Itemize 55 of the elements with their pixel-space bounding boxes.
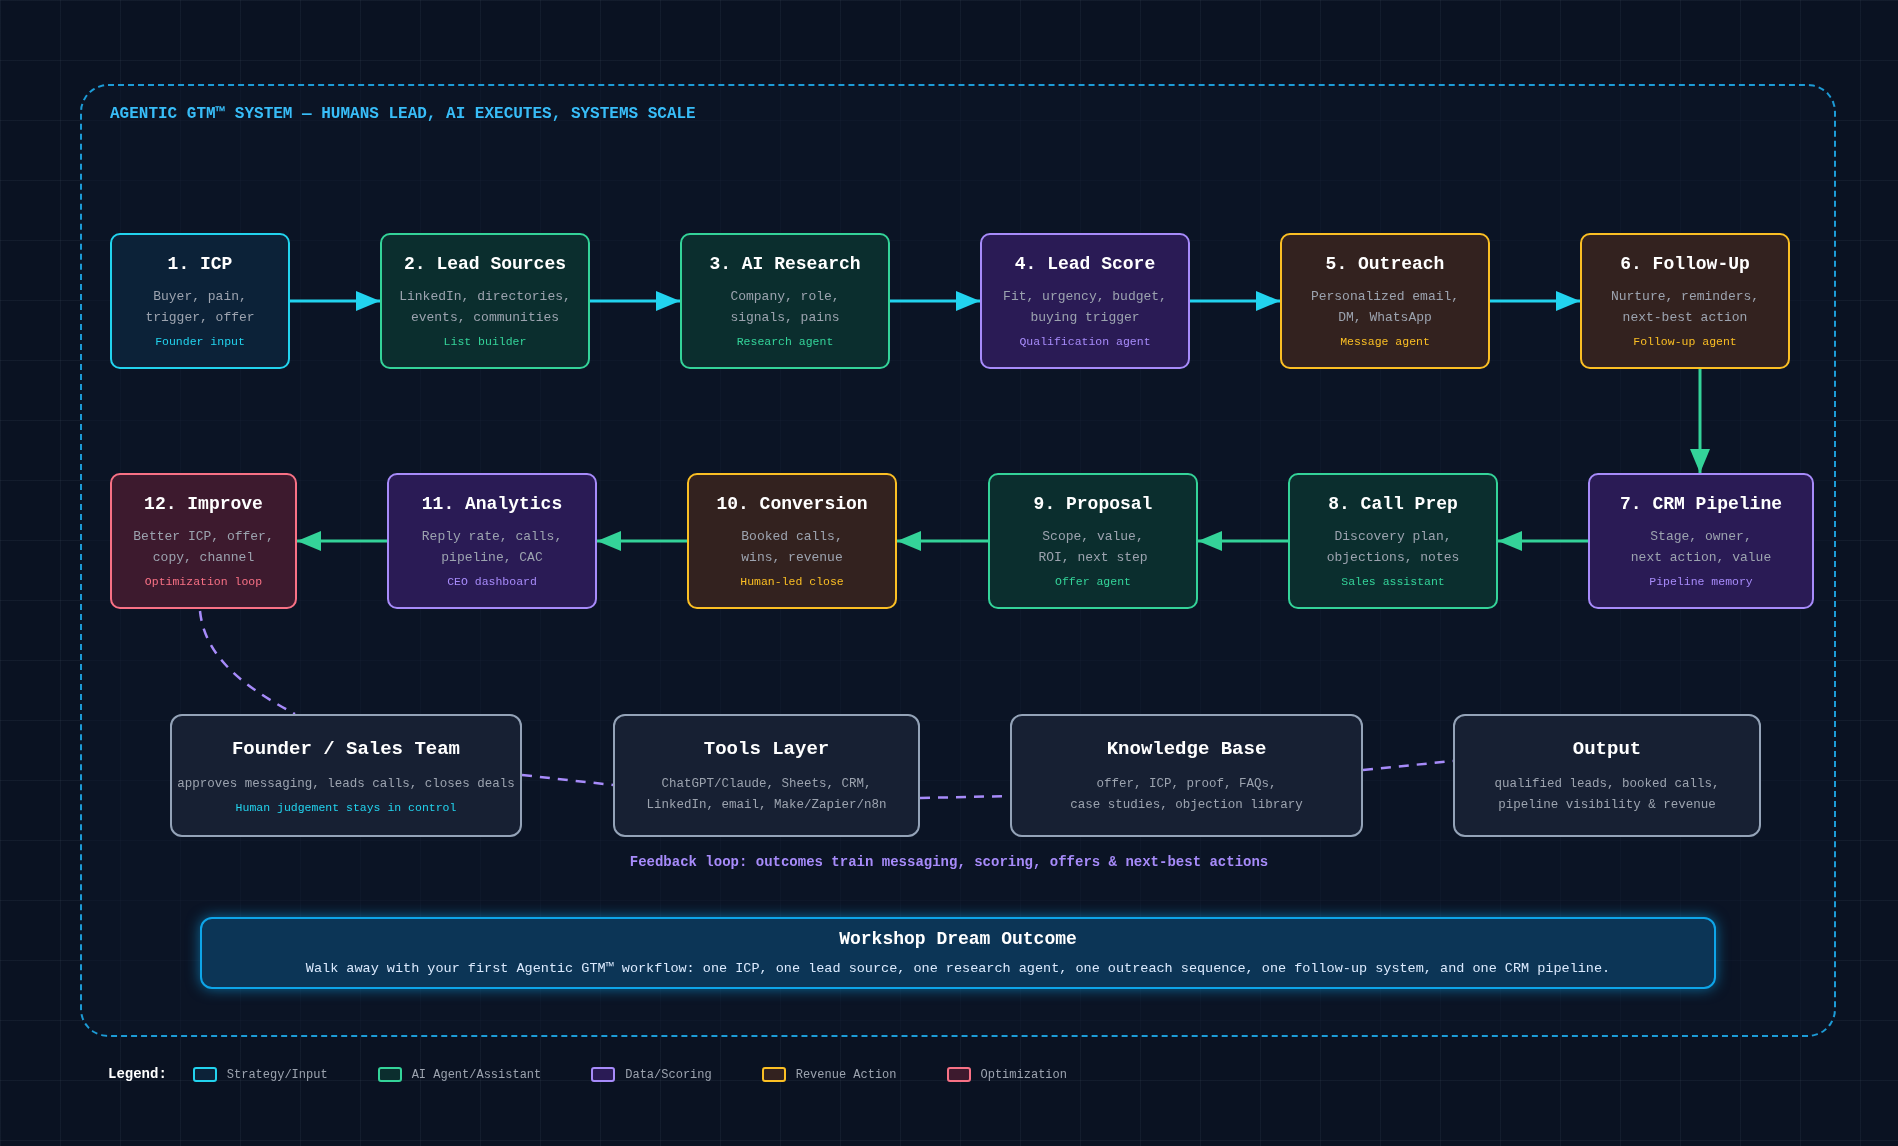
- layer-description: qualified leads, booked calls, pipeline visibility & revenue: [1494, 775, 1720, 814]
- step-description: Stage, owner, next action, value: [1630, 528, 1772, 568]
- step-role: Pipeline memory: [1649, 574, 1753, 591]
- legend-label: Revenue Action: [795, 1066, 897, 1084]
- step-role: Qualification agent: [1019, 334, 1151, 351]
- layer-note: Human judgement stays in control: [235, 799, 457, 816]
- outcome-title: Workshop Dream Outcome: [839, 928, 1077, 952]
- step-description: LinkedIn, directories, events, communities: [399, 288, 571, 328]
- layer-description: offer, ICP, proof, FAQs, case studies, objection library: [1070, 775, 1303, 814]
- outcome-text: Walk away with your first Agentic GTM™ workflow: one ICP, one lead source, one research agent, one outreach sequence, one follow-up system, and one CRM pipeline.: [305, 960, 1611, 979]
- step-role: Human-led close: [740, 574, 844, 591]
- legend-label: Legend:: [108, 1065, 167, 1084]
- step-title: 7. CRM Pipeline: [1620, 493, 1782, 517]
- step-title: 11. Analytics: [421, 493, 563, 517]
- step-description: Booked calls, wins, revenue: [741, 528, 843, 568]
- step-title: 10. Conversion: [716, 493, 868, 517]
- step-title: 2. Lead Sources: [404, 253, 566, 277]
- step-title: 4. Lead Score: [1014, 253, 1156, 277]
- step-title: 8. Call Prep: [1328, 493, 1458, 517]
- layer-description: approves messaging, leads calls, closes deals: [177, 775, 515, 793]
- step-description: Buyer, pain, trigger, offer: [145, 288, 255, 328]
- step-role: Follow-up agent: [1633, 334, 1737, 351]
- diagram-title: AGENTIC GTM™ SYSTEM — HUMANS LEAD, AI EXECUTES, SYSTEMS SCALE: [110, 104, 696, 125]
- step-role: CEO dashboard: [447, 574, 537, 591]
- legend-label: Optimization: [980, 1066, 1067, 1084]
- layer-description: ChatGPT/Claude, Sheets, CRM, LinkedIn, email, Make/Zapier/n8n: [646, 775, 887, 814]
- step-role: Optimization loop: [144, 574, 263, 591]
- step-role: Research agent: [736, 334, 834, 351]
- step-role: Sales assistant: [1341, 574, 1445, 591]
- feedback-loop-caption: Feedback loop: outcomes train messaging, scoring, offers & next-best actions: [628, 853, 1270, 872]
- step-description: Nurture, reminders, next-best action: [1610, 288, 1760, 328]
- step-role: Message agent: [1340, 334, 1430, 351]
- step-title: 1. ICP: [167, 253, 233, 277]
- step-title: 5. Outreach: [1325, 253, 1445, 277]
- legend-label: AI Agent/Assistant: [411, 1066, 542, 1084]
- step-role: List builder: [443, 334, 527, 351]
- layer-title: Founder / Sales Team: [231, 737, 460, 763]
- layer-title: Output: [1572, 737, 1642, 763]
- legend-label: Strategy/Input: [226, 1066, 328, 1084]
- step-description: Reply rate, calls, pipeline, CAC: [421, 528, 563, 568]
- step-description: Personalized email, DM, WhatsApp: [1310, 288, 1460, 328]
- step-role: Offer agent: [1055, 574, 1131, 591]
- layer-title: Knowledge Base: [1106, 737, 1267, 763]
- step-description: Better ICP, offer, copy, channel: [133, 528, 274, 568]
- step-description: Company, role, signals, pains: [730, 288, 840, 328]
- step-title: 3. AI Research: [709, 253, 861, 277]
- legend-label: Data/Scoring: [625, 1066, 712, 1084]
- step-description: Scope, value, ROI, next step: [1038, 528, 1148, 568]
- layer-title: Tools Layer: [703, 737, 830, 763]
- step-title: 12. Improve: [144, 493, 263, 517]
- step-role: Founder input: [155, 334, 245, 351]
- step-title: 6. Follow-Up: [1620, 253, 1750, 277]
- step-description: Discovery plan, objections, notes: [1326, 528, 1460, 568]
- step-description: Fit, urgency, budget, buying trigger: [1003, 288, 1167, 328]
- step-title: 9. Proposal: [1033, 493, 1153, 517]
